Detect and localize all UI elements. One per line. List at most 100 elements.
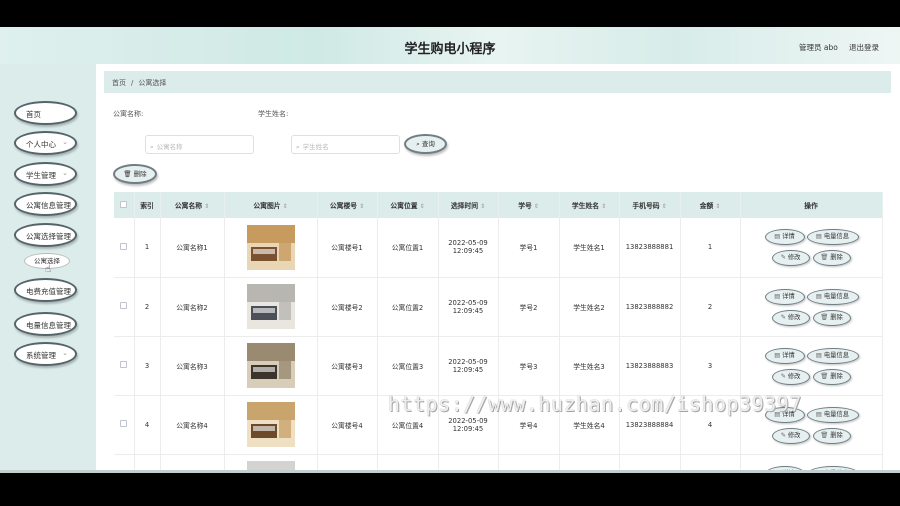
table-header: 索引 公寓名称 ⇕ 公寓图片 ⇕ 公寓楼号 ⇕ 公寓位置 ⇕ 选择时间 ⇕ 学号 ⇕ 学生姓… [114,192,883,218]
column-header[interactable]: 公寓名称 ⇕ [160,192,225,218]
cell-building: 公寓楼号2 [317,277,378,337]
row-checkbox[interactable] [114,336,135,396]
document-icon: ▤ [774,233,781,241]
query-button[interactable]: ⌕ 查询 [404,134,447,154]
power-info-button[interactable]: ▤电量信息 [806,229,859,246]
row-checkbox[interactable] [114,395,135,455]
sidebar-item-label: 系统管理 [26,351,56,360]
delete-button[interactable]: 🗑 删除 [812,309,851,326]
power-info-button[interactable]: ▤电量信息 [806,347,859,364]
pencil-icon: ✎ [780,313,786,321]
edit-button[interactable]: ✎ 修改 [771,427,810,444]
detail-button[interactable]: ▤详情 [764,288,805,305]
sort-icon: ⇕ [661,203,667,210]
cell-actions: ▤详情▤电量信息 ✎修改🗑删除 [740,277,883,337]
search-icon: ⌕ [150,143,154,151]
sidebar-item-apartment-info[interactable]: 公寓信息管理 [14,192,77,216]
column-header[interactable]: 选择时间 ⇕ [438,192,499,218]
detail-button[interactable]: ▤详情 [764,229,805,246]
power-info-button[interactable]: ▤电量信息 [806,406,859,423]
cell-actions: ▤详情▤电量信息 ✎修改🗑删除 [740,395,883,455]
sidebar-item-personal-center[interactable]: 个人中心 ⌄ [14,131,77,155]
row-checkbox[interactable] [114,277,135,337]
breadcrumb-current: 公寓选择 [138,79,167,87]
app-window: 学生购电小程序 管理员 abo 退出登录 首页 个人中心 ⌄ 学生管理 ⌄ 公寓信息… [0,27,900,473]
document-icon: ▤ [815,292,822,300]
cell-index: 2 [134,277,161,337]
cell-apartment-image [224,277,318,337]
cell-apartment-image [224,218,318,278]
trash-icon: 🗑 [123,170,134,178]
table-row: 3 公寓名称3 公寓楼号3 公寓位置3 2022-05-09 12:09:45 学号3 学生… [114,336,883,396]
cell-location: 公寓位置4 [377,395,439,455]
chevron-down-icon: ⌄ [62,138,68,146]
sidebar-item-apartment-selection[interactable]: 公寓选择管理 [14,223,77,247]
chevron-down-icon: ⌄ [62,169,68,177]
select-all-checkbox[interactable] [114,192,135,218]
pencil-icon: ✎ [780,372,786,380]
cell-actions: ▤详情▤电量信息 ✎修改🗑删除 [740,218,883,278]
apartment-selection-table: 索引 公寓名称 ⇕ 公寓图片 ⇕ 公寓楼号 ⇕ 公寓位置 ⇕ 选择时间 ⇕ 学号 ⇕ 学生姓… [114,192,883,473]
table-row: 1 公寓名称1 公寓楼号1 公寓位置1 2022-05-09 12:09:45 学号1 学生… [114,218,883,278]
column-header: 索引 [134,192,161,218]
cell-student-name: 学生姓名1 [559,218,620,278]
row-checkbox[interactable] [114,218,135,278]
cell-phone: 13823888883 [619,336,681,396]
trash-icon: 🗑 [820,372,829,380]
delete-button[interactable]: 🗑 删除 [812,368,851,385]
cell-location: 公寓位置2 [377,277,439,337]
column-header[interactable]: 金额 ⇕ [680,192,741,218]
breadcrumb: 首页 / 公寓选择 [104,71,891,93]
power-info-button[interactable]: ▤电量信息 [806,288,859,305]
edit-button[interactable]: ✎ 修改 [771,368,810,385]
sort-icon: ⇕ [419,203,425,210]
pencil-icon: ✎ [780,431,786,439]
cell-phone: 13823888884 [619,395,681,455]
column-header[interactable]: 学生姓名 ⇕ [559,192,620,218]
sidebar-item-home[interactable]: 首页 [14,101,77,125]
cell-apartment-name: 公寓名称2 [160,277,225,337]
cell-apartment-name: 公寓名称1 [160,218,225,278]
apartment-photo [246,402,295,447]
delete-button[interactable]: 🗑 删除 [812,427,851,444]
sidebar-item-label: 电量信息管理 [26,321,71,330]
document-icon: ▤ [815,410,822,418]
cell-amount: 1 [680,218,741,278]
student-name-input[interactable]: ⌕ 学生姓名 [291,135,400,154]
column-header[interactable]: 公寓位置 ⇕ [377,192,439,218]
sidebar-item-power-info[interactable]: 电量信息管理 [14,312,77,336]
cell-time: 2022-05-09 12:09:45 [438,336,499,396]
apartment-photo [246,284,295,329]
sidebar-item-recharge[interactable]: 电费充值管理 [14,278,77,302]
delete-button[interactable]: 🗑 删除 [812,250,851,267]
cell-time: 2022-05-09 12:09:45 [438,218,499,278]
cell-apartment-image [224,395,318,455]
document-icon: ▤ [815,351,822,359]
cell-amount: 3 [680,336,741,396]
column-header[interactable]: 手机号码 ⇕ [619,192,681,218]
sidebar-item-label: 电费充值管理 [26,287,71,296]
detail-button[interactable]: ▤详情 [764,347,805,364]
sidebar-item-label: 首页 [26,110,41,119]
cell-time: 2022-05-09 12:09:45 [438,277,499,337]
sort-icon: ⇕ [601,203,607,210]
sidebar-item-label: 公寓信息管理 [26,201,71,210]
edit-button[interactable]: ✎ 修改 [771,309,810,326]
batch-delete-button[interactable]: 🗑 删除 [113,164,157,184]
sidebar-item-label: 学生管理 [26,171,56,180]
sidebar-item-student-management[interactable]: 学生管理 ⌄ [14,162,77,186]
edit-button[interactable]: ✎ 修改 [771,250,810,267]
breadcrumb-home[interactable]: 首页 [112,79,126,87]
detail-button[interactable]: ▤详情 [764,406,805,423]
column-header[interactable]: 公寓楼号 ⇕ [317,192,378,218]
horizontal-scrollbar[interactable] [0,470,900,473]
logout-link[interactable]: 退出登录 [849,42,879,53]
cell-amount: 2 [680,277,741,337]
column-header[interactable]: 学号 ⇕ [498,192,560,218]
apartment-name-input[interactable]: ⌕ 公寓名称 [145,135,254,154]
sidebar-item-system[interactable]: 系统管理 ⌄ [14,342,77,366]
column-header[interactable]: 公寓图片 ⇕ [224,192,318,218]
cell-building: 公寓楼号3 [317,336,378,396]
cell-student-id: 学号2 [498,277,560,337]
cell-building: 公寓楼号4 [317,395,378,455]
